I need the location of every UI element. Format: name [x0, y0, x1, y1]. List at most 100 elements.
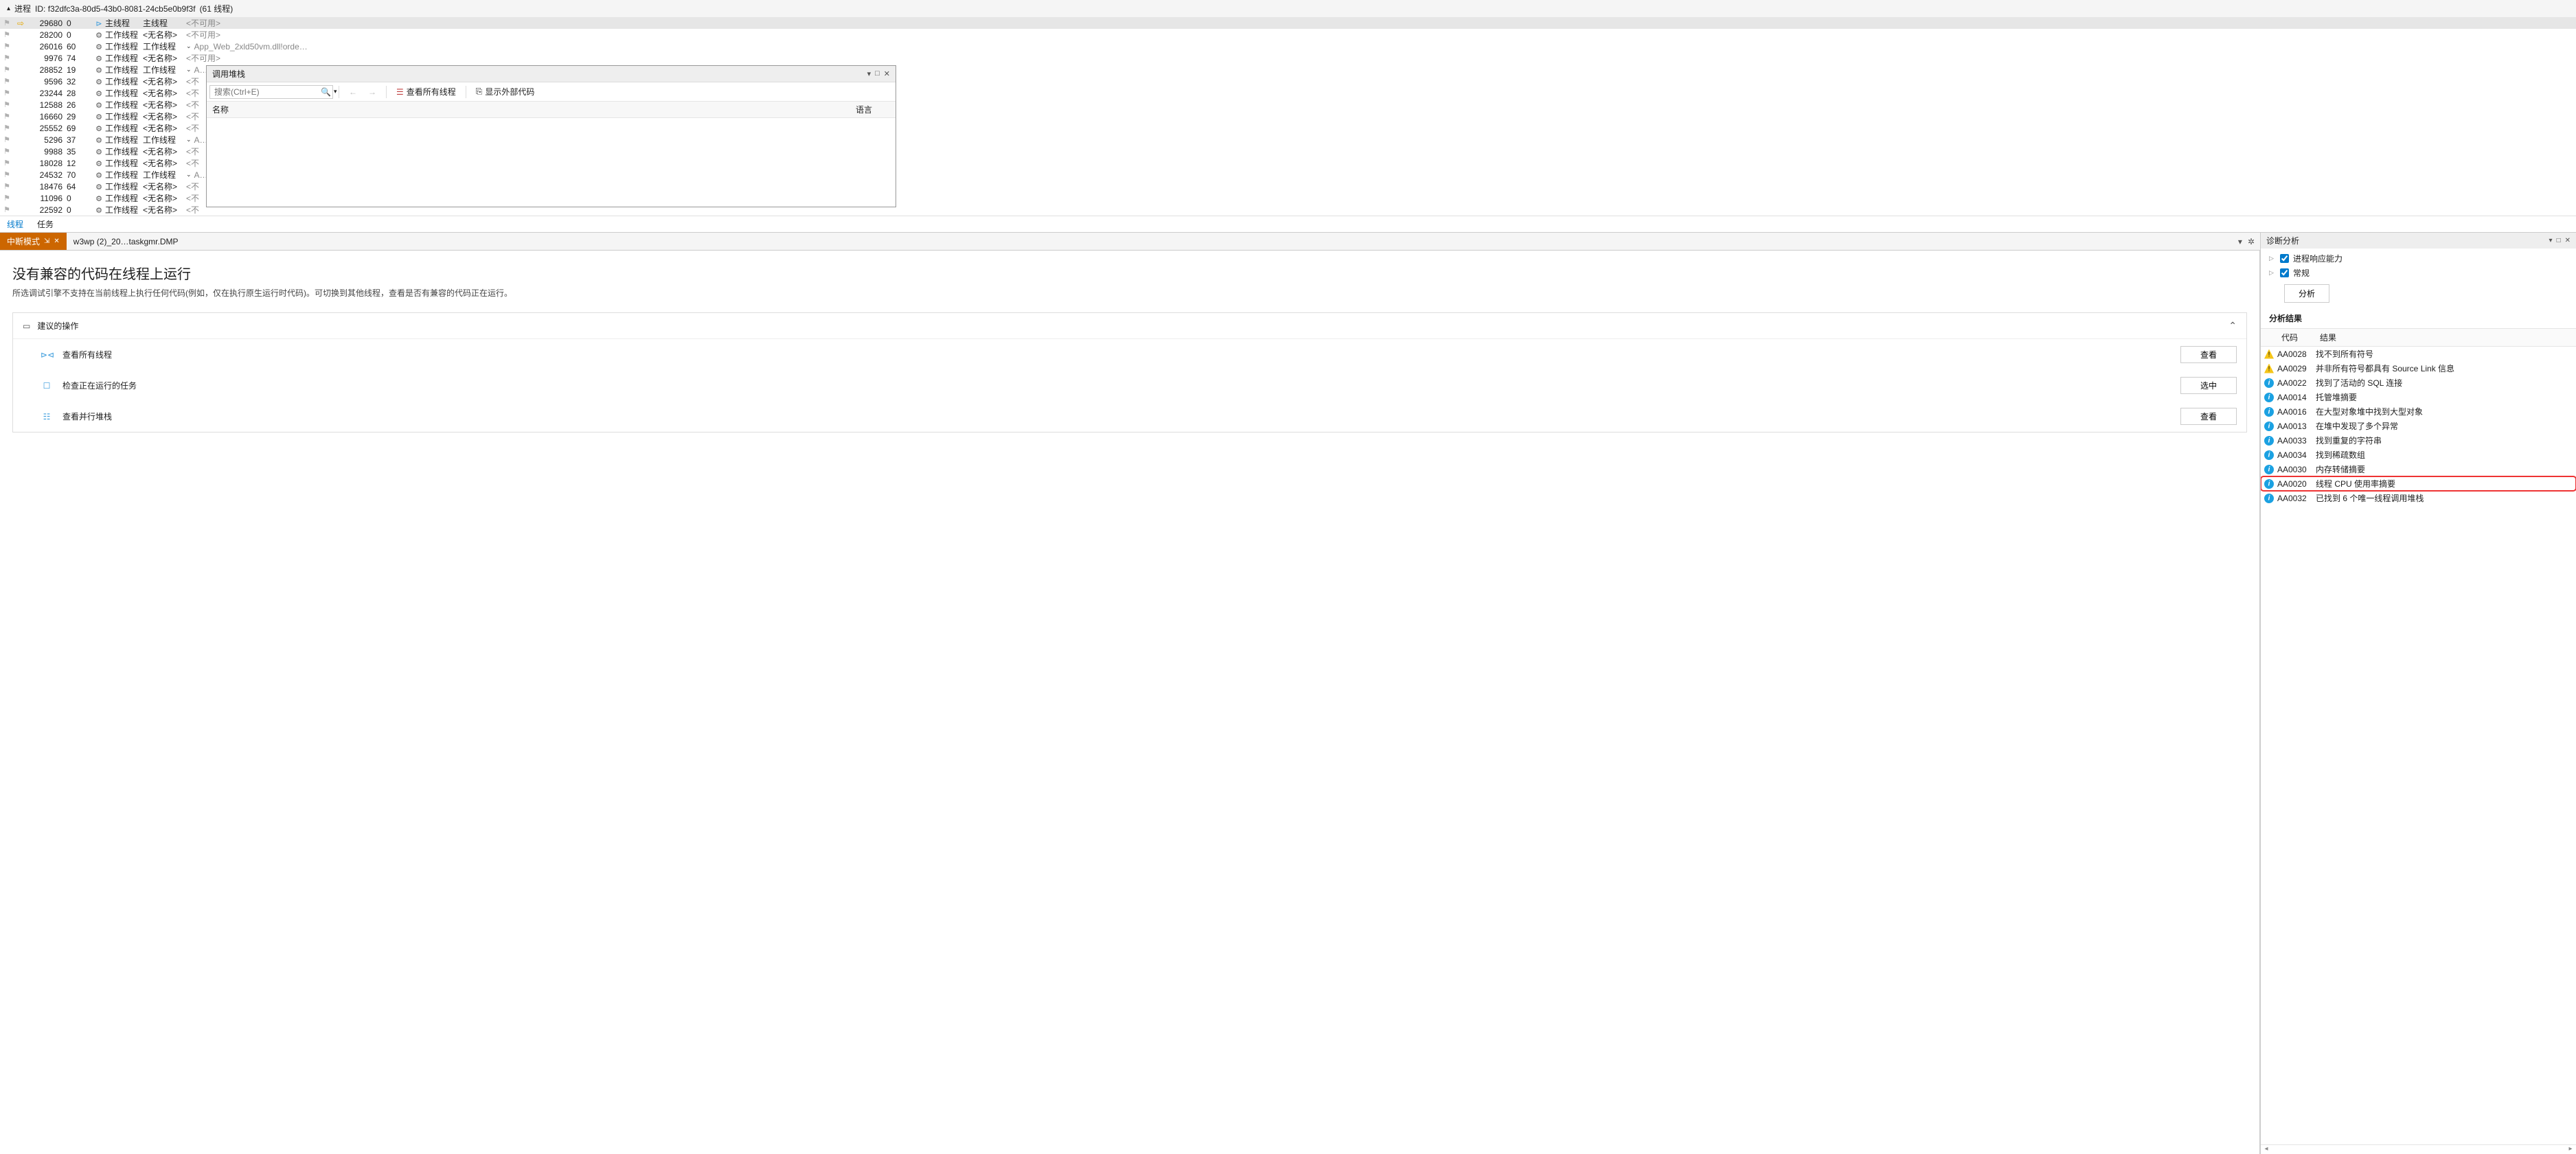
diag-result-row[interactable]: AA0020 线程 CPU 使用率摘要 [2261, 476, 2576, 491]
diag-result-row[interactable]: AA0030 内存转储摘要 [2261, 462, 2576, 476]
thread-managed-id: 32 [65, 77, 93, 86]
flag-icon[interactable]: ⚑ [3, 30, 10, 39]
diag-opt-1-checkbox[interactable] [2280, 254, 2289, 263]
diag-scrollbar[interactable]: ◂ ▸ [2261, 1144, 2576, 1154]
thread-name: <无名称> [143, 29, 181, 41]
expand-caret-icon[interactable]: ⌄ [186, 66, 192, 73]
expand-caret-icon[interactable]: ⌄ [186, 171, 192, 178]
flag-icon[interactable]: ⚑ [3, 65, 10, 74]
show-external-code-button[interactable]: ⎘ 显示外部代码 [472, 84, 539, 99]
warning-icon [2264, 349, 2274, 359]
window-maximize-icon[interactable]: □ [875, 69, 880, 78]
thread-row[interactable]: ⚑ 9976 74 工作线程 <无名称> <不可用> [0, 52, 2576, 64]
suggest-action-button[interactable]: 选中 [2180, 377, 2237, 394]
flag-icon[interactable]: ⚑ [3, 205, 10, 214]
thread-id: 26016 [27, 42, 65, 51]
info-icon [2264, 450, 2274, 460]
diag-col-code[interactable]: 代码 [2277, 329, 2316, 346]
thread-name: <无名称> [143, 52, 181, 64]
diag-result-row[interactable]: AA0013 在堆中发现了多个异常 [2261, 419, 2576, 433]
pin-icon[interactable]: ⇲ [44, 238, 49, 245]
diag-result-row[interactable]: AA0022 找到了活动的 SQL 连接 [2261, 376, 2576, 390]
window-close-icon[interactable]: ✕ [884, 69, 890, 78]
expand-caret-icon[interactable]: ⌄ [186, 136, 192, 143]
panel-dropdown-icon[interactable]: ▾ [2549, 237, 2553, 244]
flag-icon[interactable]: ⚑ [3, 54, 10, 62]
suggested-actions-header[interactable]: ▭ 建议的操作 ⌃ [13, 313, 2246, 339]
thread-row[interactable]: ⚑ 28200 0 工作线程 <无名称> <不可用> [0, 29, 2576, 41]
tab-tasks[interactable]: 任务 [30, 216, 60, 232]
nav-back-button[interactable]: ← [345, 86, 361, 98]
callstack-titlebar[interactable]: 调用堆栈 ▾ □ ✕ [207, 66, 896, 82]
diag-result-row[interactable]: AA0014 托管堆摘要 [2261, 390, 2576, 404]
nav-forward-button[interactable]: → [364, 86, 380, 98]
doc-settings-icon[interactable]: ✲ [2248, 237, 2255, 246]
thread-row[interactable]: ⚑ 26016 60 工作线程 工作线程 ⌄App_Web_2xld50vm.d… [0, 41, 2576, 52]
flag-icon[interactable]: ⚑ [3, 112, 10, 121]
diag-result-row[interactable]: AA0034 找到稀疏数组 [2261, 448, 2576, 462]
diag-opt-2-checkbox[interactable] [2280, 268, 2289, 277]
suggest-action-button[interactable]: 查看 [2180, 346, 2237, 363]
flag-icon[interactable]: ⚑ [3, 89, 10, 97]
process-header[interactable]: ▴ 进程 ID: f32dfc3a-80d5-43b0-8081-24cb5e0… [0, 0, 2576, 17]
tab-break-mode[interactable]: 中断模式 ⇲ ✕ [0, 233, 67, 250]
panel-close-icon[interactable]: ✕ [2565, 237, 2571, 244]
tab-threads[interactable]: 线程 [0, 216, 30, 232]
suggest-action-button[interactable]: 查看 [2180, 408, 2237, 425]
callstack-col-name[interactable]: 名称 [212, 104, 856, 115]
thread-managed-id: 0 [65, 19, 93, 28]
thread-id: 23244 [27, 89, 65, 98]
diag-code: AA0020 [2277, 479, 2316, 489]
view-all-threads-button[interactable]: ☰ 查看所有线程 [392, 84, 460, 99]
suggest-row: ⊳⊲ 查看所有线程 查看 [13, 339, 2246, 370]
flag-icon[interactable]: ⚑ [3, 147, 10, 156]
tab-dmp-file[interactable]: w3wp (2)_20…taskgmr.DMP [67, 234, 185, 249]
diag-result-row[interactable]: AA0016 在大型对象堆中找到大型对象 [2261, 404, 2576, 419]
flag-icon[interactable]: ⚑ [3, 42, 10, 51]
callstack-col-lang[interactable]: 语言 [856, 104, 890, 115]
diag-code: AA0016 [2277, 407, 2316, 417]
search-icon[interactable]: 🔍 [321, 87, 331, 97]
flag-icon[interactable]: ⚑ [3, 19, 10, 27]
diag-result-row[interactable]: AA0029 并非所有符号都具有 Source Link 信息 [2261, 361, 2576, 376]
thread-category: 工作线程 [105, 122, 143, 134]
flag-icon[interactable]: ⚑ [3, 135, 10, 144]
callstack-search[interactable]: 🔍 ▾ [209, 85, 333, 99]
thread-managed-id: 0 [65, 194, 93, 203]
flag-icon[interactable]: ⚑ [3, 77, 10, 86]
diag-result-row[interactable]: AA0028 找不到所有符号 [2261, 347, 2576, 361]
callstack-search-input[interactable] [214, 87, 321, 97]
flag-icon[interactable]: ⚑ [3, 100, 10, 109]
diag-result-row[interactable]: AA0032 已找到 6 个唯一线程调用堆栈 [2261, 491, 2576, 505]
diag-result-text: 找到重复的字符串 [2316, 435, 2576, 446]
doc-dropdown-icon[interactable]: ▾ [2238, 237, 2242, 246]
thread-row[interactable]: ⚑ ⇨ 29680 0 主线程 主线程 <不可用> [0, 17, 2576, 29]
flag-icon[interactable]: ⚑ [3, 124, 10, 132]
suggest-row: ☐ 检查正在运行的任务 选中 [13, 370, 2246, 401]
diag-result-text: 线程 CPU 使用率摘要 [2316, 478, 2576, 489]
diag-result-row[interactable]: AA0033 找到重复的字符串 [2261, 433, 2576, 448]
thread-category: 工作线程 [105, 29, 143, 41]
callstack-window: 调用堆栈 ▾ □ ✕ 🔍 ▾ ← → ☰ 查看所有线程 ⎘ 显示外部代码 名称 … [206, 65, 896, 207]
scroll-left-icon[interactable]: ◂ [2261, 1145, 2272, 1154]
diag-opt-1[interactable]: ▷ 进程响应能力 [2269, 251, 2568, 266]
flag-icon[interactable]: ⚑ [3, 159, 10, 168]
flag-icon[interactable]: ⚑ [3, 170, 10, 179]
info-icon [2264, 422, 2274, 431]
warning-icon [2264, 364, 2274, 373]
panel-pin-icon[interactable]: □ [2557, 237, 2561, 244]
threads-tab-strip: 线程 任务 [0, 216, 2576, 232]
diag-col-result[interactable]: 结果 [2316, 329, 2576, 346]
expand-caret-icon[interactable]: ⌄ [186, 43, 192, 50]
callstack-body [207, 118, 896, 207]
scroll-right-icon[interactable]: ▸ [2565, 1145, 2576, 1154]
close-icon[interactable]: ✕ [54, 238, 59, 245]
search-dropdown-icon[interactable]: ▾ [334, 88, 337, 95]
document-body: 没有兼容的代码在线程上运行 所选调试引擎不支持在当前线程上执行任何代码(例如，仅… [0, 251, 2260, 1154]
flag-icon[interactable]: ⚑ [3, 194, 10, 203]
diag-opt-2[interactable]: ▷ 常规 [2269, 266, 2568, 280]
diagnostic-titlebar[interactable]: 诊断分析 ▾ □ ✕ [2261, 233, 2576, 249]
window-dropdown-icon[interactable]: ▾ [867, 69, 871, 78]
flag-icon[interactable]: ⚑ [3, 182, 10, 191]
analyze-button[interactable]: 分析 [2284, 284, 2329, 303]
